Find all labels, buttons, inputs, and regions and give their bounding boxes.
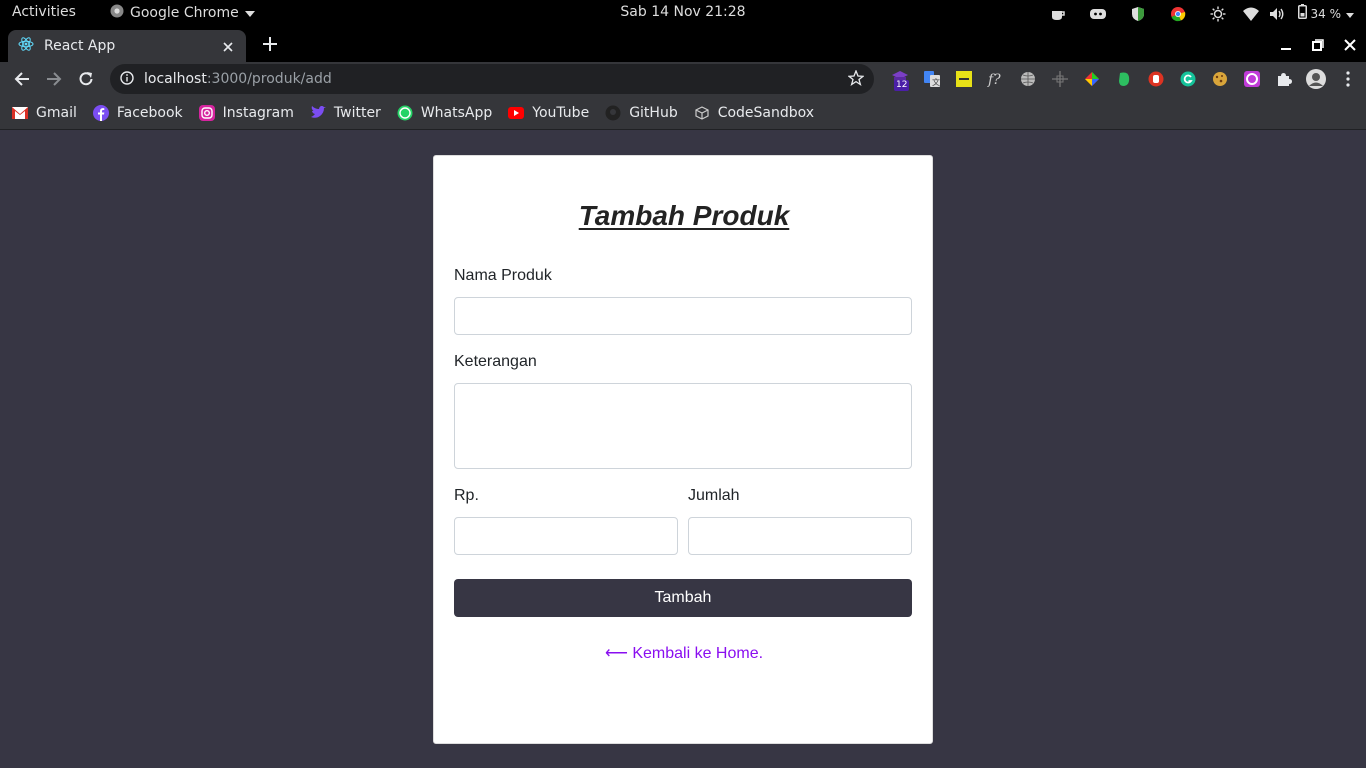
github-icon — [605, 105, 621, 121]
chrome-icon — [110, 4, 124, 22]
font-extension-icon[interactable]: f? — [980, 65, 1012, 93]
react-icon — [18, 36, 34, 56]
instagram-icon — [198, 104, 215, 121]
description-textarea[interactable] — [454, 383, 912, 469]
info-icon[interactable] — [120, 70, 134, 89]
hand-stop-icon[interactable] — [1140, 65, 1172, 93]
bookmarks-bar: Gmail Facebook Instagram Twitter WhatsAp… — [0, 96, 1366, 130]
bookmark-github[interactable]: GitHub — [605, 105, 678, 121]
battery-percent: 34 % — [1310, 6, 1342, 21]
bookmark-gmail[interactable]: Gmail — [12, 105, 77, 121]
url-host: localhost — [144, 71, 207, 87]
whatsapp-icon — [397, 105, 413, 121]
tab-strip: React App — [0, 27, 1366, 62]
caret-down-icon — [1346, 6, 1354, 22]
translate-icon[interactable]: 文 — [916, 65, 948, 93]
volume-icon[interactable] — [1264, 0, 1290, 27]
bookmark-star-icon[interactable] — [847, 69, 865, 90]
submit-button[interactable]: Tambah — [454, 579, 912, 617]
url-path: :3000/produk/add — [206, 71, 332, 87]
grammarly-icon[interactable] — [1172, 65, 1204, 93]
close-tab-icon[interactable] — [220, 37, 236, 56]
bookmark-whatsapp[interactable]: WhatsApp — [397, 105, 492, 121]
battery-icon — [1297, 4, 1307, 23]
page-title: Tambah Produk — [578, 200, 790, 231]
youtube-icon — [508, 105, 525, 121]
bookmark-label: Gmail — [36, 104, 77, 121]
extensions-area: 12 文 f? — [884, 65, 1364, 93]
discord-icon[interactable] — [1078, 0, 1118, 27]
minimize-icon[interactable] — [1270, 27, 1302, 62]
shield-icon[interactable] — [1118, 0, 1158, 27]
bookmark-facebook[interactable]: Facebook — [92, 104, 183, 121]
bookmark-youtube[interactable]: YouTube — [508, 105, 589, 121]
bookmark-codesandbox[interactable]: CodeSandbox — [694, 105, 814, 121]
svg-text:f?: f? — [987, 72, 1001, 87]
price-label: Rp. — [454, 487, 479, 504]
chrome-tray-icon[interactable] — [1158, 0, 1198, 27]
close-window-icon[interactable] — [1334, 27, 1366, 62]
url-text: localhost:3000/produk/add — [144, 71, 332, 87]
night-light-icon[interactable] — [1198, 0, 1238, 27]
quantity-input[interactable] — [688, 517, 912, 555]
bookmark-label: Twitter — [333, 104, 381, 121]
bookmark-instagram[interactable]: Instagram — [198, 104, 294, 121]
address-bar[interactable]: localhost:3000/produk/add — [110, 64, 874, 94]
description-label: Keterangan — [454, 353, 537, 370]
bookmark-label: WhatsApp — [420, 104, 493, 121]
tab-react-app[interactable]: React App — [8, 30, 246, 62]
caret-down-icon — [244, 5, 255, 21]
purple-extension-icon[interactable]: 12 — [884, 65, 916, 93]
bookmark-label: CodeSandbox — [717, 104, 815, 121]
facebook-icon — [92, 104, 109, 121]
back-home-link[interactable]: ⟵ Kembali ke Home. — [605, 645, 763, 662]
gradient-circle-icon[interactable] — [1236, 65, 1268, 93]
profile-avatar[interactable] — [1300, 65, 1332, 93]
bookmark-label: Instagram — [222, 104, 294, 121]
globe-icon[interactable] — [1012, 65, 1044, 93]
clock[interactable]: Sab 14 Nov 21:28 — [620, 4, 745, 20]
cookie-icon[interactable] — [1204, 65, 1236, 93]
new-tab-icon[interactable] — [258, 34, 282, 58]
app-menu[interactable]: Google Chrome — [110, 4, 255, 22]
tab-title: React App — [44, 38, 116, 54]
restore-icon[interactable] — [1302, 27, 1334, 62]
system-tray[interactable]: 34 % — [1038, 0, 1354, 27]
battery-indicator[interactable]: 34 % — [1290, 0, 1354, 27]
codesandbox-icon — [694, 105, 710, 121]
price-input[interactable] — [454, 517, 678, 555]
twitter-icon — [310, 105, 326, 121]
back-arrow-icon[interactable] — [8, 65, 36, 93]
quantity-label: Jumlah — [688, 487, 740, 504]
product-name-input[interactable] — [454, 297, 912, 335]
forward-arrow-icon[interactable] — [40, 65, 68, 93]
bookmark-label: Facebook — [116, 104, 183, 121]
extension-badge: 12 — [894, 80, 910, 91]
bookmark-label: GitHub — [629, 104, 678, 121]
kebab-menu-icon[interactable] — [1332, 65, 1364, 93]
system-top-bar: Activities Google Chrome Sab 14 Nov 21:2… — [0, 0, 1366, 27]
bookmark-twitter[interactable]: Twitter — [310, 105, 381, 121]
crosshair-icon[interactable] — [1044, 65, 1076, 93]
evernote-icon[interactable] — [1108, 65, 1140, 93]
svg-text:文: 文 — [932, 77, 940, 87]
browser-toolbar: localhost:3000/produk/add 12 文 f? — [0, 62, 1366, 96]
reload-icon[interactable] — [72, 65, 100, 93]
activities-button[interactable]: Activities — [12, 4, 76, 20]
wifi-icon[interactable] — [1238, 0, 1264, 27]
add-product-card: Tambah Produk Nama Produk Keterangan Rp.… — [433, 155, 933, 744]
color-picker-icon[interactable] — [1076, 65, 1108, 93]
window-controls — [1270, 27, 1366, 62]
puzzle-extensions-icon[interactable] — [1268, 65, 1300, 93]
bookmark-label: YouTube — [532, 104, 590, 121]
product-name-label: Nama Produk — [454, 267, 552, 284]
app-menu-label: Google Chrome — [130, 5, 239, 21]
yellow-extension-icon[interactable] — [948, 65, 980, 93]
gmail-icon — [12, 105, 28, 121]
caffeine-icon[interactable] — [1038, 0, 1078, 27]
